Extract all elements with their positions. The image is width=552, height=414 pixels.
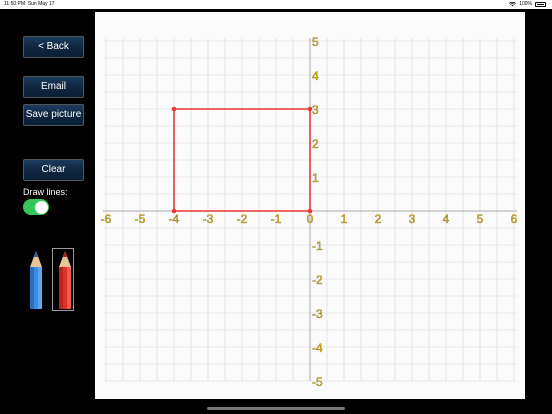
left-panel: < Back Email Save picture Clear Draw lin…	[0, 9, 95, 414]
save-picture-button[interactable]: Save picture	[23, 104, 84, 126]
status-time: 11:50 PM Sun May 17	[4, 0, 55, 9]
y-tick-label: -4	[312, 341, 323, 355]
status-clock: 11:50 PM	[4, 1, 26, 7]
x-tick-label: -2	[237, 212, 248, 226]
status-bar: 11:50 PM Sun May 17 100%	[0, 0, 552, 9]
home-indicator	[207, 407, 345, 410]
x-tick-label: 2	[375, 212, 382, 226]
tick-labels: -6 -5 -4 -3 -2 -1 0 1 2 3 4 5 6 5 4 3 2 1 -1 -2 -3 -4 -5	[100, 35, 518, 389]
graph-canvas[interactable]: -6 -5 -4 -3 -2 -1 0 1 2 3 4 5 6 5 4 3 2 1 -1 -2 -3 -4 -5	[95, 12, 525, 399]
y-tick-label: 5	[312, 35, 319, 49]
y-tick-label: -1	[312, 239, 323, 253]
blue-pencil-icon[interactable]	[26, 251, 46, 311]
y-tick-label: 2	[312, 137, 319, 151]
x-tick-label: 4	[443, 212, 450, 226]
vertex-point	[171, 106, 177, 112]
toggle-knob	[34, 200, 48, 214]
y-tick-label: 1	[312, 171, 319, 185]
y-tick-label: 3	[312, 103, 319, 117]
battery-icon	[535, 2, 546, 7]
y-tick-label: -3	[312, 307, 323, 321]
battery-percent: 100%	[519, 1, 532, 7]
clear-button[interactable]: Clear	[23, 159, 84, 181]
status-right: 100%	[509, 0, 546, 9]
x-tick-label: 3	[409, 212, 416, 226]
email-button[interactable]: Email	[23, 76, 84, 98]
x-tick-label: -1	[271, 212, 282, 226]
x-tick-label: 1	[341, 212, 348, 226]
x-tick-label: -5	[135, 212, 146, 226]
y-tick-label: 4	[312, 69, 319, 83]
back-button[interactable]: < Back	[23, 36, 84, 58]
red-pencil-icon[interactable]	[55, 251, 75, 311]
graph-svg[interactable]: -6 -5 -4 -3 -2 -1 0 1 2 3 4 5 6 5 4 3 2 1 -1 -2 -3 -4 -5	[95, 12, 525, 399]
x-tick-label: 6	[511, 212, 518, 226]
y-tick-label: -2	[312, 273, 323, 287]
draw-lines-toggle[interactable]	[23, 199, 49, 215]
draw-lines-label: Draw lines:	[23, 187, 68, 197]
y-tick-label: -5	[312, 375, 323, 389]
x-tick-label: -4	[169, 212, 180, 226]
x-tick-label: -6	[101, 212, 112, 226]
wifi-icon	[509, 2, 517, 7]
x-tick-label: 0	[307, 212, 314, 226]
status-date: Sun May 17	[27, 1, 55, 7]
x-tick-label: 5	[477, 212, 484, 226]
x-tick-label: -3	[203, 212, 214, 226]
